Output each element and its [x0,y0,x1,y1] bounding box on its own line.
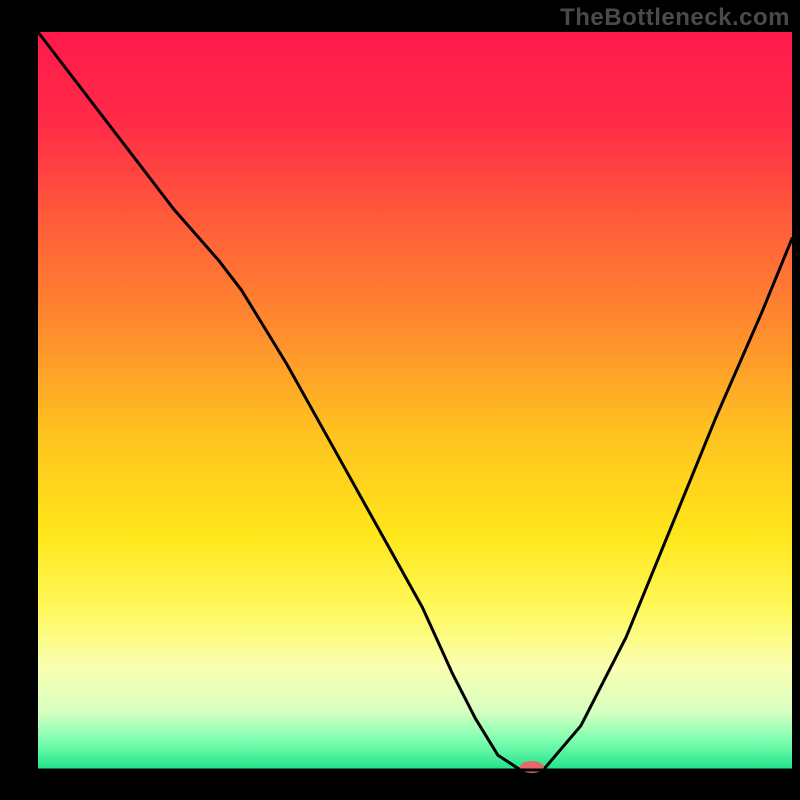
chart-svg [0,0,800,800]
plot-background [38,32,792,770]
bottleneck-chart: TheBottleneck.com [0,0,800,800]
watermark-text: TheBottleneck.com [560,4,790,32]
